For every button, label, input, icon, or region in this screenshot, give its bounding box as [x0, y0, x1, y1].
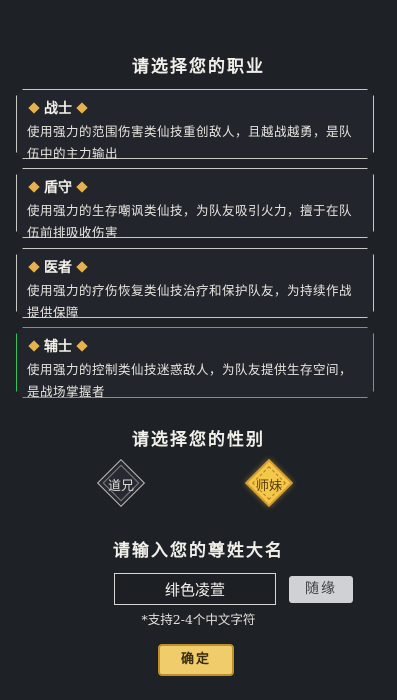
profession-name: 战士 — [44, 101, 72, 117]
name-title: 请输入您的尊姓大名 — [113, 541, 284, 561]
gender-title: 请选择您的性别 — [132, 430, 265, 450]
gender-male-label: 道兄 — [107, 479, 134, 494]
diamond-icon — [28, 181, 39, 192]
profession-card-support[interactable]: 辅士 使用强力的控制类仙技迷惑敌人，为队友提供生存空间，是战场掌握者 — [16, 327, 374, 398]
profession-name: 医者 — [44, 260, 72, 276]
profession-title: 请选择您的职业 — [132, 57, 265, 77]
confirm-button[interactable]: 确定 — [158, 644, 234, 676]
profession-description: 使用强力的控制类仙技迷惑敌人，为队友提供生存空间，是战场掌握者 — [27, 362, 353, 399]
random-name-button[interactable]: 随缘 — [289, 576, 353, 603]
diamond-icon — [28, 261, 39, 272]
diamond-icon — [76, 102, 87, 113]
profession-name: 辅士 — [44, 339, 72, 355]
profession-description: 使用强力的疗伤恢复类仙技治疗和保护队友，为持续作战提供保障 — [27, 283, 353, 320]
diamond-icon — [28, 102, 39, 113]
profession-card-guardian[interactable]: 盾守 使用强力的生存嘲讽类仙技，为队友吸引火力，擅于在队伍前排吸收伤害 — [16, 168, 374, 238]
gender-female-label: 师妹 — [255, 479, 282, 494]
diamond-icon — [76, 340, 87, 351]
name-input[interactable] — [114, 573, 276, 605]
profession-card-warrior[interactable]: 战士 使用强力的范围伤害类仙技重创敌人，且越战越勇，是队伍中的主力输出 — [16, 89, 374, 159]
diamond-icon — [76, 181, 87, 192]
diamond-icon — [28, 340, 39, 351]
name-hint: *支持2-4个中文字符 — [141, 612, 256, 627]
profession-name: 盾守 — [44, 180, 72, 196]
diamond-icon — [76, 261, 87, 272]
profession-card-healer[interactable]: 医者 使用强力的疗伤恢复类仙技治疗和保护队友，为持续作战提供保障 — [16, 248, 374, 318]
profession-description: 使用强力的范围伤害类仙技重创敌人，且越战越勇，是队伍中的主力输出 — [27, 124, 353, 161]
profession-description: 使用强力的生存嘲讽类仙技，为队友吸引火力，擅于在队伍前排吸收伤害 — [27, 203, 353, 240]
